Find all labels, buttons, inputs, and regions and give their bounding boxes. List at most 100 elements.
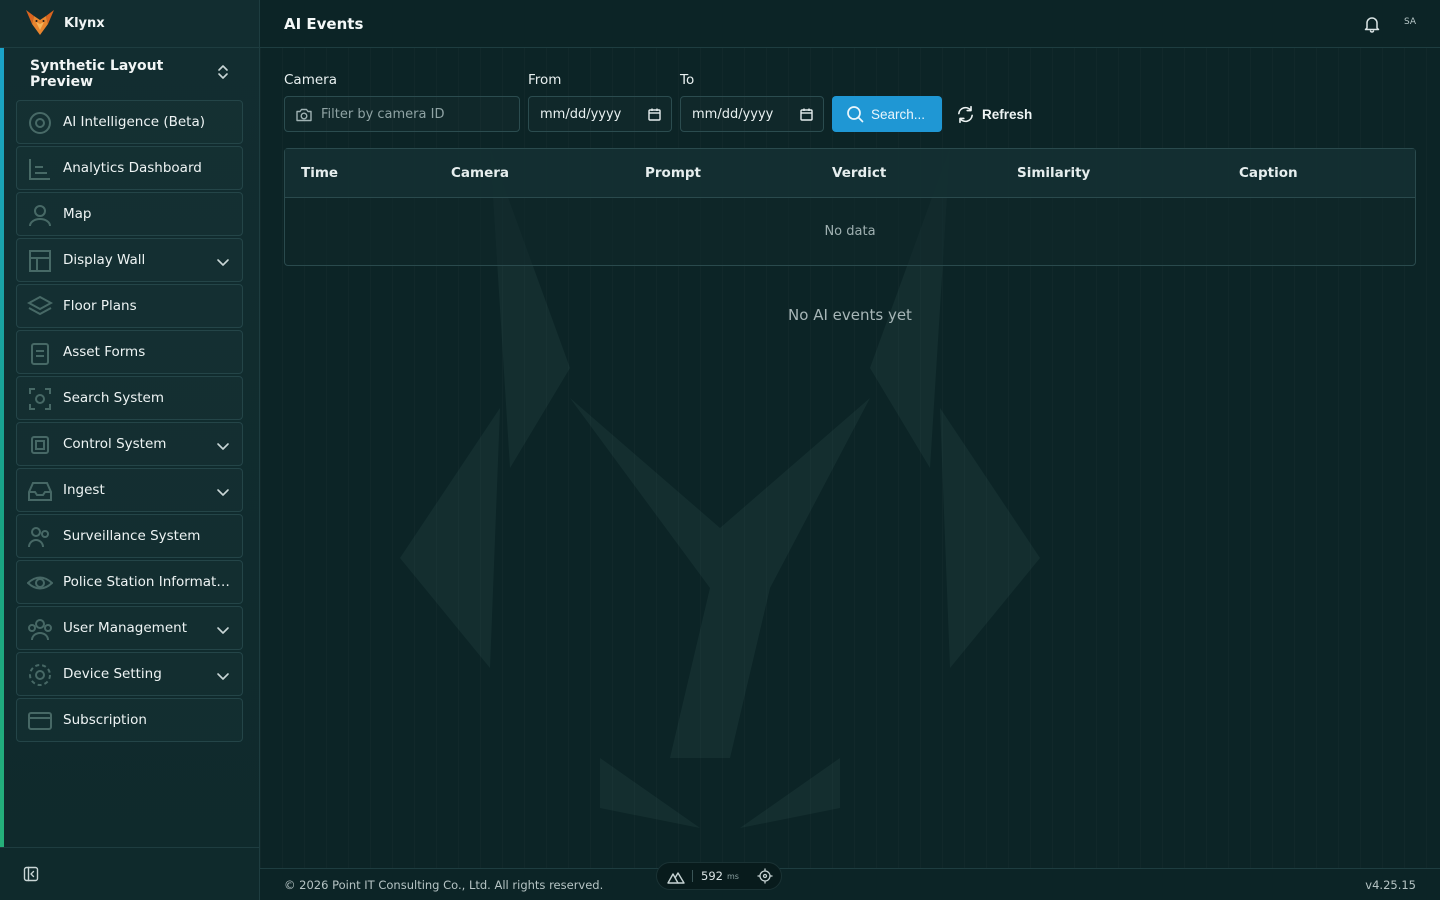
chevron-up-down-icon	[216, 63, 230, 85]
table-header: Time Camera Prompt Verdict Similarity Ca…	[285, 149, 1415, 198]
search-button-label: Search...	[871, 106, 926, 122]
avatar[interactable]: SA	[1404, 17, 1416, 27]
refresh-button-label: Refresh	[982, 106, 1033, 122]
sidebar-item-ingest[interactable]: Ingest	[16, 468, 243, 512]
sidebar-item-label: AI Intelligence (Beta)	[63, 114, 206, 130]
gear-icon	[27, 662, 53, 688]
sidebar-item-ai-intelligence-beta[interactable]: AI Intelligence (Beta)	[16, 100, 243, 144]
column-header-similarity[interactable]: Similarity	[1017, 165, 1090, 181]
project-switcher[interactable]: Synthetic Layout Preview	[30, 58, 230, 90]
top-header: AI Events SA	[260, 0, 1440, 48]
from-date-input[interactable]: mm/dd/yyyy	[528, 96, 672, 132]
table-empty-state: No data	[824, 224, 876, 239]
sidebar-item-police-station-informati[interactable]: Police Station Informati...	[16, 560, 243, 604]
brand[interactable]: Klynx	[0, 0, 260, 48]
sidebar-item-surveillance-system[interactable]: Surveillance System	[16, 514, 243, 558]
users-icon	[27, 524, 53, 550]
sidebar-nav: AI Intelligence (Beta) Analytics Dashboar…	[16, 100, 243, 744]
user-group-icon	[27, 616, 53, 642]
camera-filter-input[interactable]: Filter by camera ID	[284, 96, 520, 132]
sidebar-footer	[0, 847, 260, 900]
calendar-icon[interactable]	[648, 108, 661, 121]
chevron-down-icon[interactable]	[216, 254, 230, 268]
sidebar-item-label: Control System	[63, 436, 167, 452]
display-wall-icon	[27, 248, 53, 274]
sidebar: Klynx Synthetic Layout Preview AI Intell…	[0, 0, 260, 900]
filter-bar: Camera Filter by camera ID From mm/dd/yy…	[284, 72, 1414, 132]
chevron-down-icon[interactable]	[216, 484, 230, 498]
sidebar-item-label: User Management	[63, 620, 187, 636]
cpu-icon	[27, 432, 53, 458]
sidebar-item-label: Analytics Dashboard	[63, 160, 202, 176]
sidebar-item-label: Police Station Informati...	[63, 574, 231, 590]
refresh-button[interactable]: Refresh	[956, 96, 1056, 132]
column-header-caption[interactable]: Caption	[1239, 165, 1298, 181]
ai-intelligence-icon	[27, 110, 53, 136]
map-icon	[27, 202, 53, 228]
search-icon	[847, 106, 864, 123]
sidebar-item-map[interactable]: Map	[16, 192, 243, 236]
page-footer: © 2026 Point IT Consulting Co., Ltd. All…	[260, 868, 1440, 900]
column-header-verdict[interactable]: Verdict	[832, 165, 886, 181]
sidebar-item-label: Subscription	[63, 712, 147, 728]
sidebar-item-search-system[interactable]: Search System	[16, 376, 243, 420]
sidebar-item-label: Floor Plans	[63, 298, 137, 314]
column-header-time[interactable]: Time	[301, 165, 338, 181]
analytics-icon	[27, 156, 53, 182]
sidebar-item-floor-plans[interactable]: Floor Plans	[16, 284, 243, 328]
empty-events-message: No AI events yet	[788, 306, 912, 324]
clipboard-icon	[27, 340, 53, 366]
sidebar-accent-bar	[0, 48, 4, 848]
events-table: Time Camera Prompt Verdict Similarity Ca…	[284, 148, 1416, 266]
project-name: Synthetic Layout Preview	[30, 58, 164, 90]
sidebar-item-label: Map	[63, 206, 92, 222]
copyright-text: © 2026 Point IT Consulting Co., Ltd. All…	[284, 877, 604, 892]
calendar-icon[interactable]	[800, 108, 813, 121]
from-label: From	[528, 72, 562, 88]
performance-widget[interactable]: 592 ms	[656, 862, 782, 890]
page-title: AI Events	[284, 14, 364, 33]
brand-name: Klynx	[64, 16, 105, 31]
render-time-unit: ms	[726, 871, 739, 881]
klynx-logo-icon	[24, 8, 56, 40]
sidebar-item-display-wall[interactable]: Display Wall	[16, 238, 243, 282]
camera-icon	[295, 107, 313, 123]
refresh-icon	[958, 105, 973, 123]
to-date-input[interactable]: mm/dd/yyyy	[680, 96, 824, 132]
sidebar-item-asset-forms[interactable]: Asset Forms	[16, 330, 243, 374]
from-date-value: mm/dd/yyyy	[540, 106, 622, 122]
divider	[692, 870, 693, 882]
column-header-prompt[interactable]: Prompt	[645, 165, 701, 181]
to-label: To	[680, 72, 695, 88]
main-content: Camera Filter by camera ID From mm/dd/yy…	[260, 48, 1440, 868]
sidebar-item-analytics-dashboard[interactable]: Analytics Dashboard	[16, 146, 243, 190]
sidebar-item-label: Device Setting	[63, 666, 162, 682]
sidebar-item-label: Surveillance System	[63, 528, 201, 544]
sidebar-item-device-setting[interactable]: Device Setting	[16, 652, 243, 696]
layers-icon	[26, 294, 54, 320]
bell-icon[interactable]	[1364, 15, 1380, 33]
camera-filter-placeholder: Filter by camera ID	[321, 106, 445, 122]
chevron-down-icon[interactable]	[216, 438, 230, 452]
sidebar-item-subscription[interactable]: Subscription	[16, 698, 243, 742]
sidebar-item-label: Search System	[63, 390, 165, 406]
target-icon[interactable]	[757, 868, 773, 884]
nuxt-logo-icon	[667, 869, 685, 884]
sidebar-item-label: Asset Forms	[63, 344, 146, 360]
sidebar-item-control-system[interactable]: Control System	[16, 422, 243, 466]
sidebar-item-label: Ingest	[63, 482, 105, 498]
scan-icon	[27, 386, 53, 412]
camera-label: Camera	[284, 72, 337, 88]
column-header-camera[interactable]: Camera	[451, 165, 509, 181]
collapse-sidebar-icon[interactable]	[23, 866, 39, 882]
chevron-down-icon[interactable]	[216, 622, 230, 636]
version-text: v4.25.15	[1365, 878, 1416, 892]
search-button[interactable]: Search...	[832, 96, 942, 132]
sidebar-item-label: Display Wall	[63, 252, 146, 268]
chevron-down-icon[interactable]	[216, 668, 230, 682]
render-time-value: 592	[701, 869, 723, 883]
credit-card-icon	[27, 708, 53, 734]
sidebar-item-user-management[interactable]: User Management	[16, 606, 243, 650]
eye-icon	[26, 570, 54, 596]
inbox-icon	[27, 478, 53, 504]
